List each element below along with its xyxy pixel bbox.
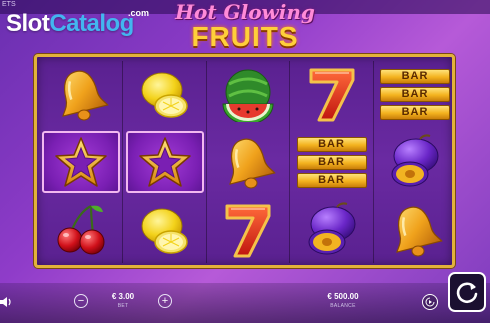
reel-cell: [124, 61, 206, 127]
star-symbol-icon: [137, 135, 193, 189]
reel-cell: [40, 197, 122, 263]
reel-cell: [291, 197, 373, 263]
site-logo-suffix: .com: [128, 8, 150, 18]
balance-caption: BALANCE: [330, 303, 356, 309]
minus-icon: −: [77, 294, 85, 307]
reel-cell: [374, 197, 456, 263]
reel-cell: [40, 61, 122, 127]
reel-cell: [291, 61, 373, 127]
bell-symbol-icon: [51, 65, 111, 123]
bar-symbol-label: BAR: [296, 154, 367, 170]
bar-symbol-label: BAR: [380, 68, 450, 84]
seven-symbol-icon: [305, 64, 359, 124]
site-logo-text: SlotCatalog: [6, 10, 134, 38]
bet-caption: BET: [117, 303, 129, 309]
site-logo: SlotCatalog .com: [6, 6, 150, 44]
seven-symbol-icon: [221, 200, 275, 260]
autoplay-button[interactable]: [422, 294, 438, 310]
reel-cell: [374, 129, 456, 195]
plum-symbol-icon: [384, 134, 446, 190]
reel-cell: [124, 129, 206, 195]
triple-bar-symbol: BAR BAR BAR: [296, 136, 367, 188]
bar-symbol-label: BAR: [296, 172, 367, 188]
bar-symbol-label: BAR: [380, 104, 450, 120]
cherry-symbol-icon: [51, 202, 111, 258]
balance-value: € 500.00: [327, 292, 359, 301]
watermelon-symbol-icon: [217, 66, 279, 122]
game-logo: Hot Glowing FRUITS: [160, 2, 330, 54]
reel-2: [124, 61, 206, 263]
reel-cell: [207, 61, 289, 127]
bet-increase-button[interactable]: +: [158, 294, 172, 308]
reel-cell: [207, 129, 289, 195]
reel-cell: [124, 197, 206, 263]
reel-cell: [40, 129, 122, 195]
game-logo-line1: Hot Glowing: [175, 0, 315, 24]
bar-symbol-label: BAR: [296, 136, 367, 152]
spin-button[interactable]: [448, 272, 486, 312]
bell-symbol-icon: [385, 201, 445, 259]
site-logo-word1: Slot: [6, 10, 50, 37]
lemon-symbol-icon: [135, 66, 195, 122]
triple-bar-symbol: BAR BAR BAR: [380, 68, 450, 120]
star-symbol-icon: [53, 135, 109, 189]
spin-icon: [456, 282, 478, 304]
plus-icon: +: [161, 294, 169, 307]
bell-symbol-icon: [218, 133, 278, 191]
game-logo-line2: FRUITS: [191, 21, 299, 52]
reel-4: BAR BAR BAR: [291, 61, 373, 263]
reel-1: [40, 61, 122, 263]
lemon-symbol-icon: [135, 202, 195, 258]
site-logo-word2: Catalog: [49, 10, 134, 37]
sound-icon[interactable]: [0, 295, 14, 309]
reel-cell: BAR BAR BAR: [374, 61, 456, 127]
bet-value: € 3.00: [111, 292, 135, 301]
reel-frame: BAR BAR BAR BAR BAR BAR: [34, 54, 455, 268]
bet-decrease-button[interactable]: −: [74, 294, 88, 308]
bar-symbol-label: BAR: [380, 86, 450, 102]
reel-5: BAR BAR BAR: [374, 61, 456, 263]
reel-cell: [207, 197, 289, 263]
reel-3: [207, 61, 289, 263]
plum-symbol-icon: [301, 202, 363, 258]
autoplay-icon: [425, 297, 435, 307]
reel-cell: BAR BAR BAR: [291, 129, 373, 195]
